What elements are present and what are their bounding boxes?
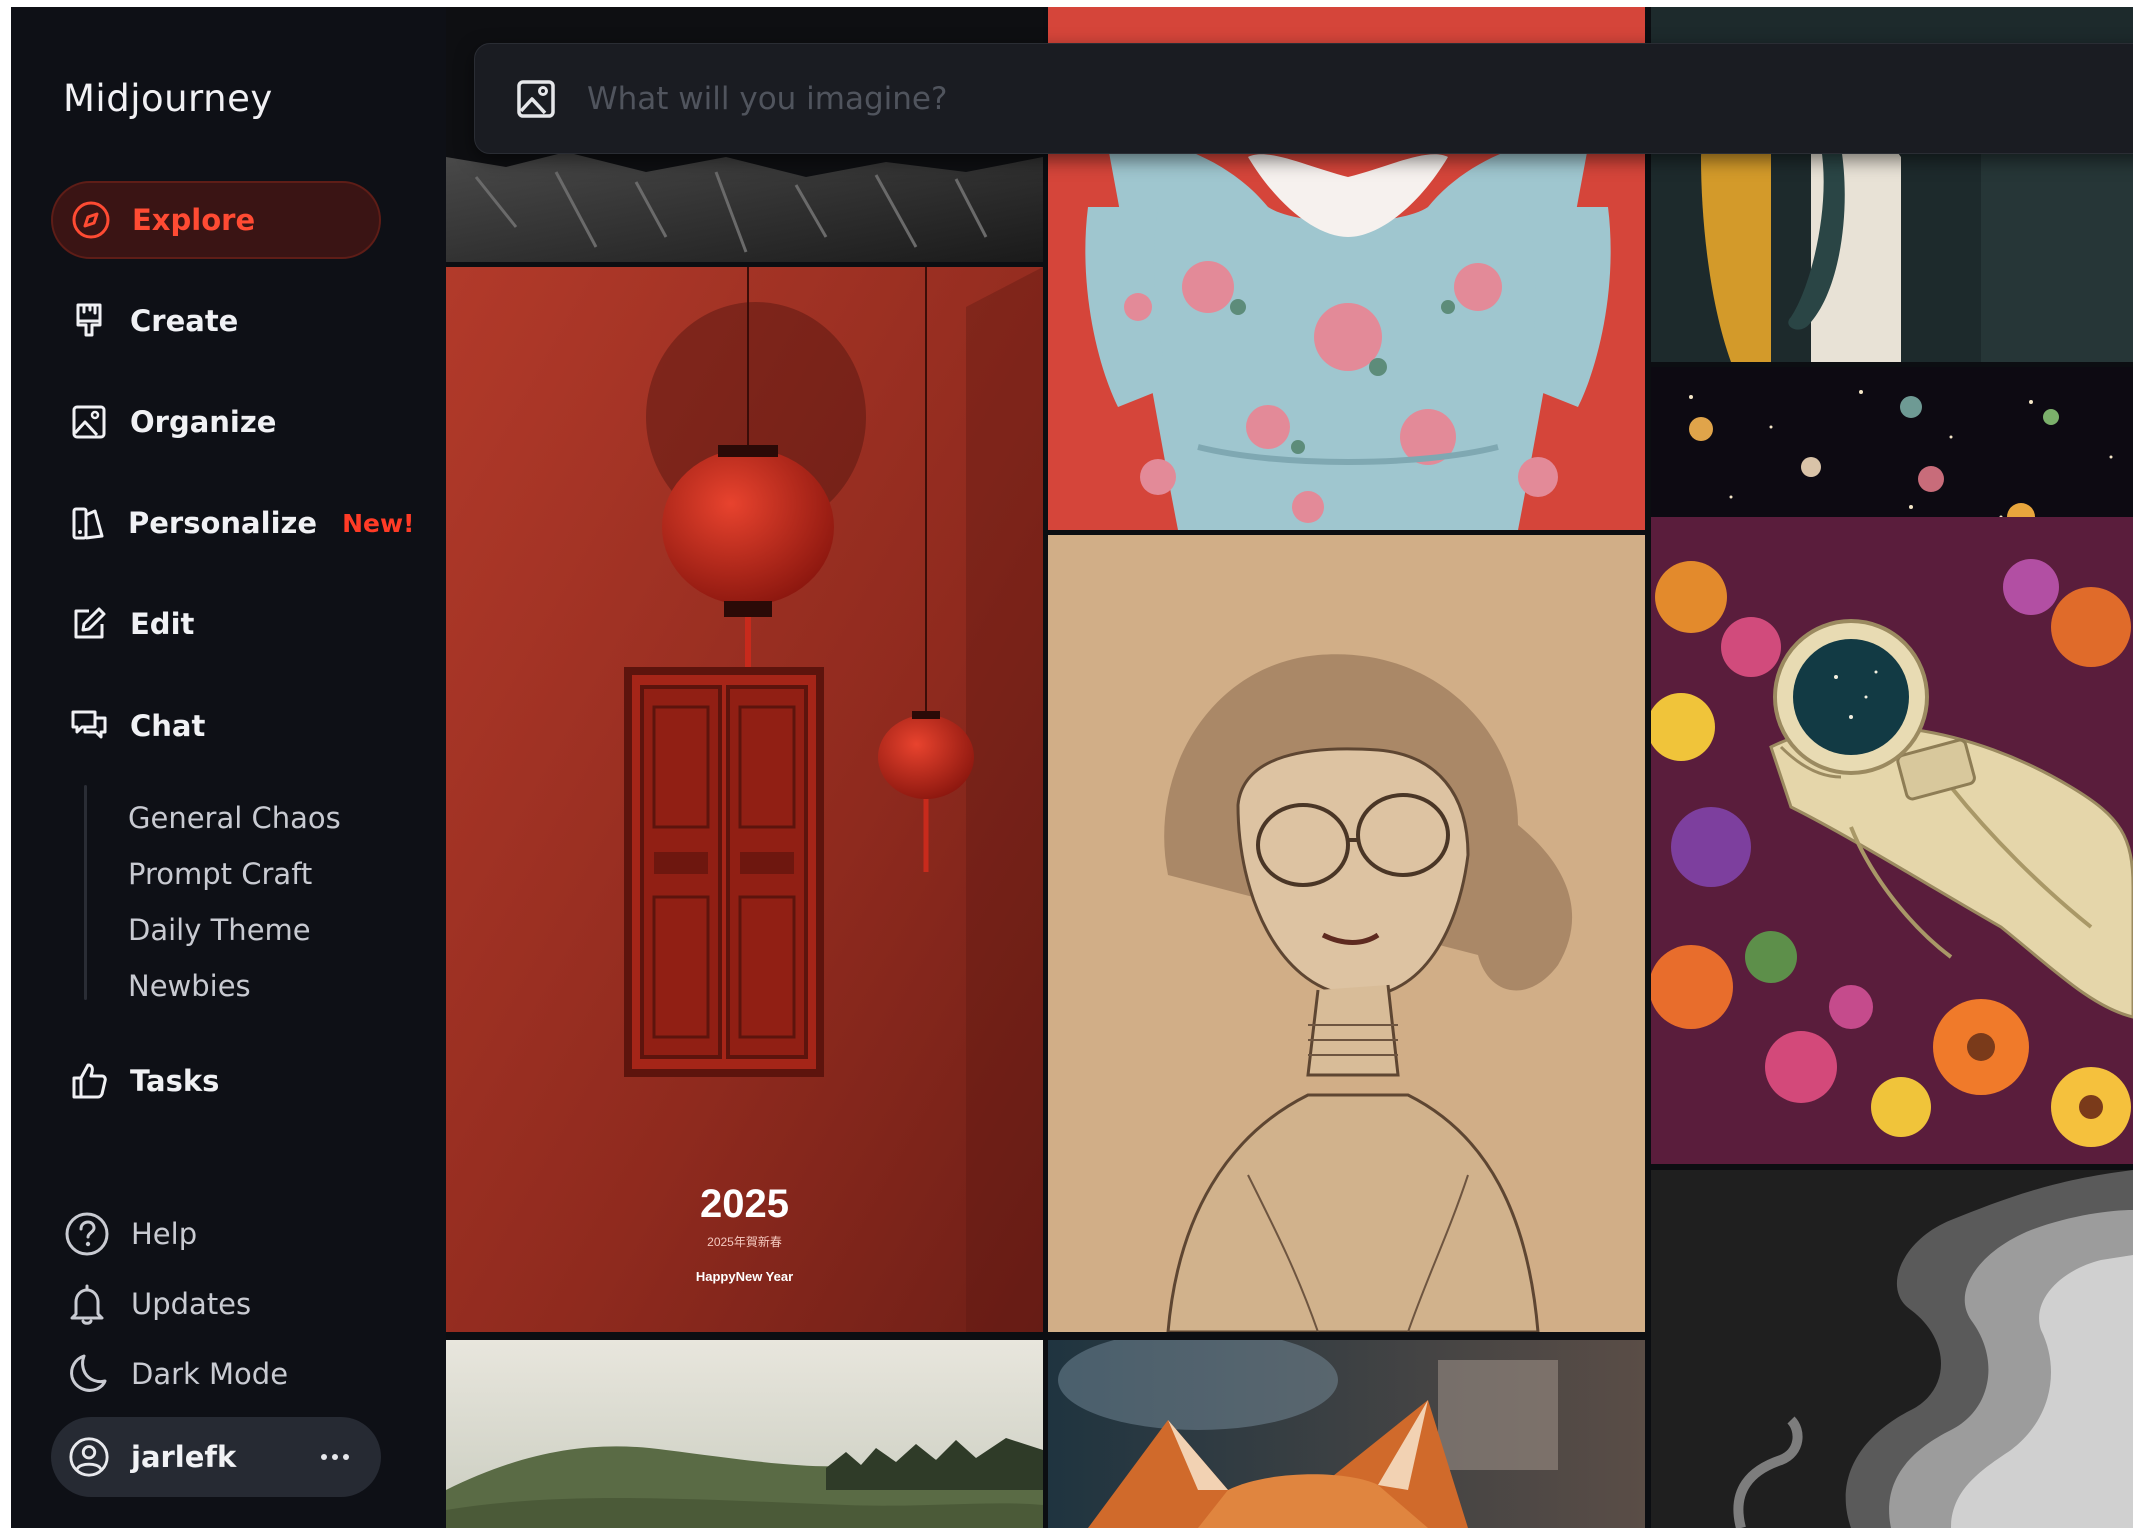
brush-icon — [68, 300, 110, 342]
nav-organize[interactable]: Organize — [51, 383, 381, 461]
channel-daily-theme[interactable]: Daily Theme — [128, 913, 311, 947]
nav-chat[interactable]: Chat — [51, 687, 381, 765]
channel-general-chaos[interactable]: General Chaos — [128, 801, 341, 835]
poster-greeting: HappyNew Year — [695, 1269, 794, 1284]
help-icon — [63, 1210, 111, 1258]
nav-edit-label: Edit — [130, 607, 195, 641]
nav-tasks-label: Tasks — [130, 1064, 220, 1098]
nav-organize-label: Organize — [130, 405, 277, 439]
explore-gallery: 2025 2025年賀新春 HappyNew Year — [446, 7, 2133, 1528]
help-link[interactable]: Help — [63, 1210, 197, 1258]
chat-tree-line — [84, 785, 87, 1000]
sidebar: Midjourney Explore Create Organize Perso… — [11, 7, 446, 1528]
gallery-image-pencil-sketch[interactable] — [1048, 535, 1645, 1332]
moon-icon — [63, 1350, 111, 1398]
chat-icon — [68, 705, 110, 747]
channel-newbies[interactable]: Newbies — [128, 969, 251, 1003]
edit-icon — [68, 603, 110, 645]
nav-explore[interactable]: Explore — [51, 181, 381, 259]
new-badge: New! — [342, 508, 415, 538]
nav-tasks[interactable]: Tasks — [51, 1042, 381, 1120]
personalize-icon — [68, 502, 108, 544]
gallery-image-astronaut-flowers[interactable] — [1651, 367, 2133, 1164]
gallery-image-hills[interactable] — [446, 1340, 1043, 1528]
dark-mode-toggle[interactable]: Dark Mode — [63, 1350, 288, 1398]
nav-personalize-label: Personalize — [128, 506, 318, 540]
username: jarlefk — [131, 1440, 237, 1474]
updates-label: Updates — [131, 1287, 252, 1321]
nav-create-label: Create — [130, 304, 239, 338]
user-profile[interactable]: jarlefk — [51, 1417, 381, 1497]
brand-logo[interactable]: Midjourney — [63, 77, 273, 120]
bell-icon — [63, 1280, 111, 1328]
image-icon[interactable] — [513, 76, 559, 122]
app-window: Midjourney Explore Create Organize Perso… — [11, 7, 2133, 1528]
channel-prompt-craft[interactable]: Prompt Craft — [128, 857, 312, 891]
updates-link[interactable]: Updates — [63, 1280, 251, 1328]
nav-create[interactable]: Create — [51, 282, 381, 360]
prompt-bar — [474, 43, 2133, 154]
prompt-input[interactable] — [587, 68, 1987, 129]
image-icon — [68, 401, 110, 443]
poster-year: 2025 — [700, 1182, 789, 1226]
ellipsis-icon[interactable] — [317, 1439, 353, 1475]
nav-chat-label: Chat — [130, 709, 206, 743]
gallery-image-smoke[interactable] — [1651, 1170, 2133, 1528]
thumbs-up-icon — [68, 1060, 110, 1102]
user-circle-icon — [67, 1435, 111, 1479]
poster-subtitle: 2025年賀新春 — [707, 1235, 782, 1249]
gallery-image-new-year-poster[interactable]: 2025 2025年賀新春 HappyNew Year — [446, 267, 1043, 1332]
gallery-image-fox[interactable] — [1048, 1340, 1645, 1528]
help-label: Help — [131, 1217, 198, 1251]
nav-explore-label: Explore — [132, 203, 256, 237]
compass-icon — [70, 199, 112, 241]
nav-edit[interactable]: Edit — [51, 585, 381, 663]
nav-personalize[interactable]: Personalize New! — [51, 484, 414, 562]
dark-mode-label: Dark Mode — [131, 1357, 289, 1391]
